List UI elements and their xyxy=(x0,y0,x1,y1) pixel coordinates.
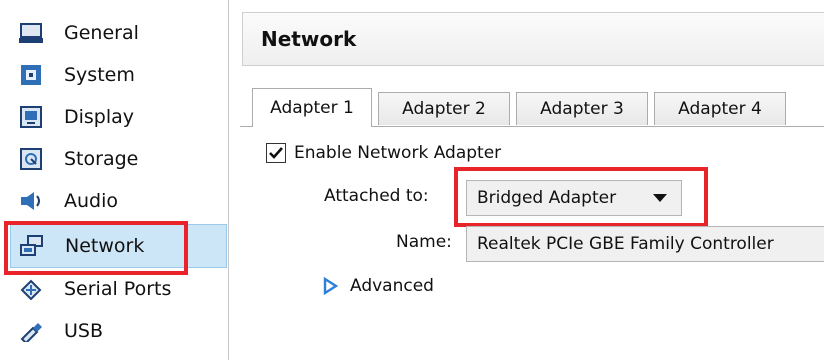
sidebar-item-serial-ports[interactable]: Serial Ports xyxy=(10,268,225,310)
advanced-toggle[interactable]: Advanced xyxy=(322,276,434,296)
sidebar-item-general[interactable]: General xyxy=(10,12,225,54)
name-label: Name: xyxy=(396,232,452,252)
sidebar-item-label: Storage xyxy=(64,148,139,170)
tab-adapter-3[interactable]: Adapter 3 xyxy=(516,92,648,125)
tab-label: Adapter 2 xyxy=(402,99,486,119)
sidebar-item-display[interactable]: Display xyxy=(10,96,225,138)
storage-icon xyxy=(18,146,44,172)
page-title: Network xyxy=(261,27,357,51)
adapter-name-dropdown[interactable]: Realtek PCIe GBE Family Controller xyxy=(466,226,824,262)
sidebar-item-label: System xyxy=(64,64,135,86)
chip-icon xyxy=(18,62,44,88)
adapter-name-value: Realtek PCIe GBE Family Controller xyxy=(477,234,774,254)
sidebar-item-label: Display xyxy=(64,106,135,128)
display-icon xyxy=(18,104,44,130)
sidebar-item-system[interactable]: System xyxy=(10,54,225,96)
tab-adapter-4[interactable]: Adapter 4 xyxy=(654,92,786,125)
checkmark-icon xyxy=(269,147,283,159)
sidebar-item-label: General xyxy=(64,22,139,44)
sidebar-item-usb[interactable]: USB xyxy=(10,310,225,352)
tab-label: Adapter 4 xyxy=(678,99,762,119)
tab-adapter-1[interactable]: Adapter 1 xyxy=(252,88,372,127)
sidebar-item-label: Serial Ports xyxy=(64,278,172,300)
advanced-label: Advanced xyxy=(350,276,434,296)
usb-icon xyxy=(18,318,44,344)
settings-sidebar: General System Display Storage Audio Net… xyxy=(0,0,229,360)
speaker-icon xyxy=(18,188,44,214)
tab-adapter-2[interactable]: Adapter 2 xyxy=(378,92,510,125)
chevron-down-icon xyxy=(653,194,667,202)
sidebar-item-label: USB xyxy=(64,320,104,342)
sidebar-item-label: Network xyxy=(65,235,145,257)
sidebar-item-storage[interactable]: Storage xyxy=(10,138,225,180)
enable-adapter-label: Enable Network Adapter xyxy=(294,143,502,163)
monitor-icon xyxy=(18,20,44,46)
adapter-tabs: Adapter 1 Adapter 2 Adapter 3 Adapter 4 xyxy=(252,88,824,127)
section-header: Network xyxy=(242,12,824,66)
attached-to-value: Bridged Adapter xyxy=(477,188,617,208)
enable-adapter-row: Enable Network Adapter xyxy=(266,143,501,163)
attached-to-label: Attached to: xyxy=(324,186,429,206)
serial-port-icon xyxy=(18,276,44,302)
network-settings-panel: Network Adapter 1 Adapter 2 Adapter 3 Ad… xyxy=(240,0,824,360)
sidebar-item-label: Audio xyxy=(64,190,119,212)
enable-adapter-checkbox[interactable] xyxy=(266,143,286,163)
tab-label: Adapter 1 xyxy=(270,98,354,118)
sidebar-item-network[interactable]: Network xyxy=(10,224,227,268)
expand-triangle-icon xyxy=(323,277,338,295)
attached-to-dropdown[interactable]: Bridged Adapter xyxy=(466,180,682,216)
tab-label: Adapter 3 xyxy=(540,99,624,119)
network-icon xyxy=(19,233,45,259)
sidebar-item-audio[interactable]: Audio xyxy=(10,180,225,222)
